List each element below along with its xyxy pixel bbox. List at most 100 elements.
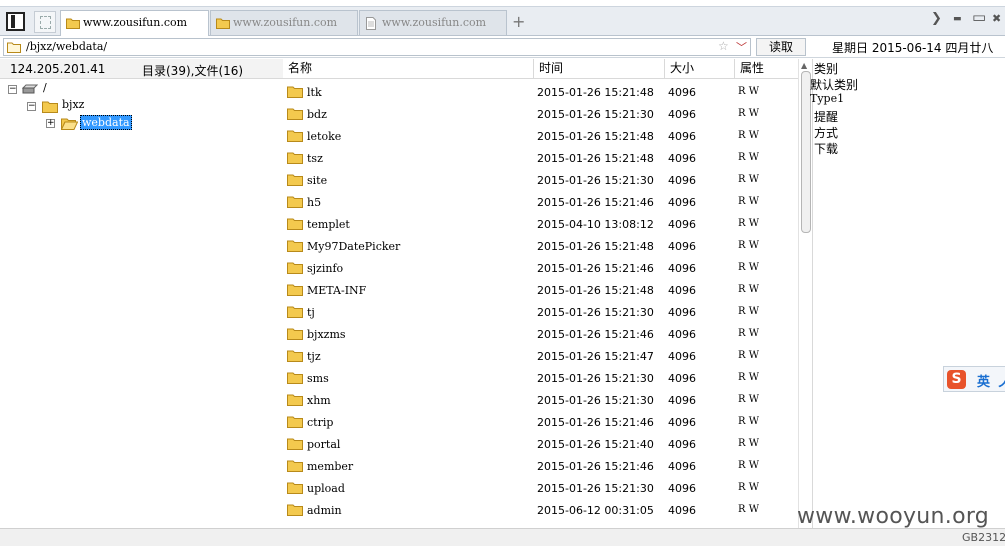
file-time: 2015-01-26 15:21:46: [537, 262, 654, 275]
watermark: www.wooyun.org: [797, 504, 989, 529]
table-row[interactable]: sms 2015-01-26 15:21:30 4096 R W: [283, 368, 798, 390]
new-tab-button[interactable]: +: [512, 12, 525, 31]
table-row[interactable]: My97DatePicker 2015-01-26 15:21:48 4096 R W: [283, 236, 798, 258]
right-panel: 类别 默认类别 Type1 提醒 方式 下载: [810, 59, 1005, 528]
folder-icon: [287, 240, 303, 252]
column-time[interactable]: 时间: [534, 59, 665, 79]
tree-node-webdata[interactable]: + webdata: [0, 115, 140, 132]
dir-file-counts: 目录(39),文件(16): [142, 64, 244, 78]
file-size: 4096: [668, 130, 696, 143]
table-row[interactable]: upload 2015-01-26 15:21:30 4096 R W: [283, 478, 798, 500]
file-attr: R W: [738, 130, 759, 141]
column-size[interactable]: 大小: [665, 59, 735, 79]
table-row[interactable]: portal 2015-01-26 15:21:40 4096 R W: [283, 434, 798, 456]
file-attr: R W: [738, 174, 759, 185]
file-time: 2015-01-26 15:21:40: [537, 438, 654, 451]
table-row[interactable]: tsz 2015-01-26 15:21:48 4096 R W: [283, 148, 798, 170]
file-name: ctrip: [307, 416, 334, 429]
folder-icon: [287, 108, 303, 120]
ime-toolbar[interactable]: S 英 ノ: [943, 366, 1005, 392]
table-row[interactable]: ctrip 2015-01-26 15:21:46 4096 R W: [283, 412, 798, 434]
file-size: 4096: [668, 394, 696, 407]
ime-mode-toggle[interactable]: 英: [977, 371, 990, 390]
folder-icon: [287, 306, 303, 318]
ime-punct-icon[interactable]: ノ: [997, 372, 1005, 391]
table-row[interactable]: letoke 2015-01-26 15:21:48 4096 R W: [283, 126, 798, 148]
tree-node-root[interactable]: − /: [0, 81, 120, 98]
tree-label-selected: webdata: [80, 115, 132, 130]
column-attr[interactable]: 属性: [735, 59, 798, 79]
table-row[interactable]: bdz 2015-01-26 15:21:30 4096 R W: [283, 104, 798, 126]
tab-3[interactable]: www.zousifun.com: [359, 10, 507, 35]
bookmark-star-icon[interactable]: ☆: [718, 39, 729, 53]
table-row[interactable]: xhm 2015-01-26 15:21:30 4096 R W: [283, 390, 798, 412]
path-input[interactable]: /bjxz/webdata/ ☆ ﹀: [3, 38, 751, 56]
table-row[interactable]: ltk 2015-01-26 15:21:48 4096 R W: [283, 82, 798, 104]
table-row[interactable]: templet 2015-04-10 13:08:12 4096 R W: [283, 214, 798, 236]
file-name: xhm: [307, 394, 331, 407]
file-time: 2015-01-26 15:21:48: [537, 152, 654, 165]
file-name: META-INF: [307, 284, 367, 297]
file-size: 4096: [668, 284, 696, 297]
folder-icon: [287, 86, 303, 98]
column-header: 名称 时间 大小 属性: [283, 59, 798, 79]
file-name: tj: [307, 306, 315, 319]
directory-tree: − / − bjxz + webdata: [0, 79, 283, 546]
collapse-toggle[interactable]: −: [8, 85, 17, 94]
tab-label: www.zousifun.com: [382, 16, 487, 29]
maximize-icon[interactable]: ▭: [972, 8, 986, 26]
file-list-scrollbar[interactable]: ▲: [798, 59, 812, 528]
file-attr: R W: [738, 306, 759, 317]
right-item-download: 下载: [814, 142, 839, 156]
table-row[interactable]: tjz 2015-01-26 15:21:47 4096 R W: [283, 346, 798, 368]
file-time: 2015-01-26 15:21:46: [537, 328, 654, 341]
collapse-toggle[interactable]: −: [27, 102, 36, 111]
right-item-reminder: 提醒: [814, 110, 839, 124]
expand-toggle[interactable]: +: [46, 119, 55, 128]
file-name: h5: [307, 196, 322, 209]
tab-2[interactable]: www.zousifun.com: [210, 10, 358, 35]
file-name: member: [307, 460, 354, 473]
minimize-icon[interactable]: ▬: [953, 14, 962, 24]
file-name: bjxzms: [307, 328, 346, 341]
tab-label: www.zousifun.com: [83, 16, 188, 29]
tab-scroll-right-icon[interactable]: ❯: [931, 11, 942, 26]
file-name: sjzinfo: [307, 262, 344, 275]
file-attr: R W: [738, 196, 759, 207]
tree-node-bjxz[interactable]: − bjxz: [0, 98, 120, 115]
sogou-logo-icon[interactable]: S: [947, 370, 966, 389]
folder-icon: [287, 372, 303, 384]
read-button[interactable]: 读取: [756, 38, 806, 56]
history-dropdown-icon[interactable]: ﹀: [736, 39, 747, 55]
right-item-category: 类别: [814, 62, 839, 76]
blank-page-icon[interactable]: [34, 11, 56, 33]
date-display: 星期日 2015-06-14 四月廿八: [832, 41, 994, 55]
file-name: letoke: [307, 130, 342, 143]
file-time: 2015-01-26 15:21:48: [537, 240, 654, 253]
tab-1[interactable]: www.zousifun.com: [60, 10, 209, 37]
file-time: 2015-01-26 15:21:30: [537, 394, 654, 407]
folder-icon: [287, 328, 303, 340]
table-row[interactable]: h5 2015-01-26 15:21:46 4096 R W: [283, 192, 798, 214]
table-row[interactable]: META-INF 2015-01-26 15:21:48 4096 R W: [283, 280, 798, 302]
file-attr: R W: [738, 394, 759, 405]
file-size: 4096: [668, 86, 696, 99]
table-row[interactable]: tj 2015-01-26 15:21:30 4096 R W: [283, 302, 798, 324]
scroll-up-icon[interactable]: ▲: [801, 61, 807, 70]
table-row[interactable]: sjzinfo 2015-01-26 15:21:46 4096 R W: [283, 258, 798, 280]
column-name[interactable]: 名称: [283, 59, 534, 79]
file-attr: R W: [738, 328, 759, 339]
file-time: 2015-01-26 15:21:46: [537, 416, 654, 429]
folder-icon: [287, 130, 303, 142]
file-attr: R W: [738, 416, 759, 427]
file-attr: R W: [738, 504, 759, 515]
file-attr: R W: [738, 438, 759, 449]
table-row[interactable]: member 2015-01-26 15:21:46 4096 R W: [283, 456, 798, 478]
file-time: 2015-06-12 00:31:05: [537, 504, 654, 517]
close-icon[interactable]: ✖: [992, 12, 1001, 25]
sidebar-toggle-icon[interactable]: [6, 12, 25, 31]
table-row[interactable]: admin 2015-06-12 00:31:05 4096 R W: [283, 500, 798, 522]
table-row[interactable]: bjxzms 2015-01-26 15:21:46 4096 R W: [283, 324, 798, 346]
folder-icon: [287, 438, 303, 450]
table-row[interactable]: site 2015-01-26 15:21:30 4096 R W: [283, 170, 798, 192]
